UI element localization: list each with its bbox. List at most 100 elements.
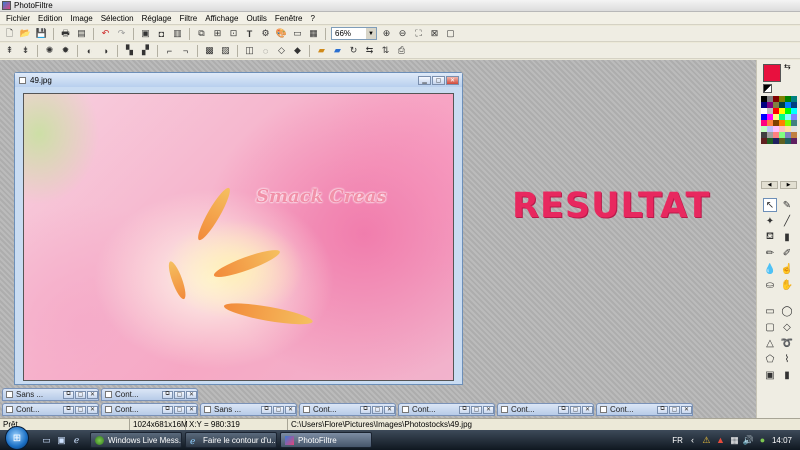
restore-icon[interactable]: ⧉ (162, 405, 173, 414)
polygon-selection-icon[interactable]: ⬠ (763, 352, 777, 366)
chevron-down-icon[interactable]: ▼ (366, 28, 376, 39)
messenger-tray-icon[interactable]: ● (758, 435, 767, 445)
new-file-icon[interactable]: 🗋 (3, 27, 16, 40)
image-window[interactable]: 49.jpg ▁ ▢ ✕ Smack Creas (14, 72, 463, 385)
color-balance-icon[interactable]: ▰ (315, 44, 328, 57)
magic-selection-icon[interactable]: ⌇ (780, 352, 794, 366)
antivirus-icon[interactable]: ▲ (716, 435, 725, 445)
maximize-icon[interactable]: ▢ (669, 405, 680, 414)
maximize-icon[interactable]: ▢ (432, 75, 445, 85)
scan-icon[interactable]: ▤ (75, 27, 88, 40)
maximize-icon[interactable]: ▢ (273, 405, 284, 414)
save-icon[interactable]: 💾 (35, 27, 48, 40)
restore-icon[interactable]: ⧉ (261, 405, 272, 414)
volume-icon[interactable]: 🔊 (743, 435, 754, 445)
printer-2-icon[interactable]: ⎙ (395, 44, 408, 57)
menu-affichage[interactable]: Affichage (201, 14, 242, 23)
swap-colors-icon[interactable]: ⇆ (784, 62, 791, 71)
maximize-icon[interactable]: ▢ (372, 405, 383, 414)
palette-next-icon[interactable]: ▶ (780, 181, 797, 189)
pencil-tool-icon[interactable]: ✐ (780, 246, 794, 260)
palette-prev-icon[interactable]: ◀ (761, 181, 778, 189)
restore-icon[interactable]: ⧉ (162, 390, 173, 399)
close-icon[interactable]: ✕ (681, 405, 692, 414)
screen-icon[interactable]: ▭ (291, 27, 304, 40)
switch-windows-icon[interactable]: ▣ (56, 435, 67, 446)
print-icon[interactable]: 🖶 (59, 27, 72, 40)
close-icon[interactable]: ✕ (186, 390, 197, 399)
flip-horizontal-icon[interactable]: ⇆ (363, 44, 376, 57)
menu-selection[interactable]: Sélection (97, 14, 138, 23)
maximize-icon[interactable]: ▢ (471, 405, 482, 414)
pointer-tool-icon[interactable]: ↖ (763, 198, 777, 212)
restore-icon[interactable]: ⧉ (657, 405, 668, 414)
magic-wand-tool-icon[interactable]: ✦ (763, 214, 777, 228)
close-icon[interactable]: ✕ (384, 405, 395, 414)
windows-start-icon[interactable]: ⊞ (5, 426, 29, 450)
fullscreen-icon[interactable]: ▢ (444, 27, 457, 40)
gamma-minus-icon[interactable]: ¬ (179, 44, 192, 57)
effects-icon[interactable]: ⚙ (259, 27, 272, 40)
soften-icon[interactable]: ◌ (259, 44, 272, 57)
task-button[interactable]: PhotoFiltre (280, 432, 372, 448)
minimized-window[interactable]: Cont... ⧉ ▢ ✕ (299, 403, 396, 416)
close-icon[interactable]: ✕ (483, 405, 494, 414)
brush-tool-icon[interactable]: ✏ (763, 246, 777, 260)
palette-icon[interactable]: 🎨 (275, 27, 288, 40)
minimized-window[interactable]: Cont... ⧉ ▢ ✕ (101, 388, 198, 401)
restore-icon[interactable]: ⧉ (558, 405, 569, 414)
lasso-selection-icon[interactable]: ➰ (780, 336, 794, 350)
triangle-selection-icon[interactable]: △ (763, 336, 777, 350)
saturation-plus-icon[interactable]: ▚ (123, 44, 136, 57)
brightness-plus-icon[interactable]: ✺ (43, 44, 56, 57)
menu-fenetre[interactable]: Fenêtre (271, 14, 307, 23)
canvas-size-icon[interactable]: ⊡ (227, 27, 240, 40)
tulip-photo[interactable]: Smack Creas (23, 93, 454, 381)
ellipse-selection-icon[interactable]: ◯ (780, 304, 794, 318)
minimized-window[interactable]: Sans ... ⧉ ▢ ✕ (2, 388, 99, 401)
minimize-icon[interactable]: ▁ (418, 75, 431, 85)
actual-size-icon[interactable]: ⛶ (412, 27, 425, 40)
zoom-select[interactable]: 66% ▼ (331, 27, 377, 40)
selection-mode-icon[interactable]: ▣ (763, 368, 777, 382)
restore-icon[interactable]: ⧉ (63, 390, 74, 399)
menu-fichier[interactable]: Fichier (2, 14, 34, 23)
gamma-plus-icon[interactable]: ⌐ (163, 44, 176, 57)
eyedropper-tool-icon[interactable]: ✎ (780, 198, 794, 212)
minimized-window[interactable]: Cont... ⧉ ▢ ✕ (497, 403, 594, 416)
menu-filtre[interactable]: Filtre (175, 14, 201, 23)
warning-icon[interactable]: ⚠ (702, 435, 711, 445)
selection-invert-icon[interactable]: ▮ (780, 368, 794, 382)
auto-contrast-icon[interactable]: ⇟ (19, 44, 32, 57)
cut-icon[interactable]: ▥ (171, 27, 184, 40)
zoom-in-icon[interactable]: ⊕ (380, 27, 393, 40)
rotate-icon[interactable]: ↻ (347, 44, 360, 57)
line-tool-icon[interactable]: ╱ (780, 214, 794, 228)
brightness-minus-icon[interactable]: ✹ (59, 44, 72, 57)
clipboard-icon[interactable]: ▦ (307, 27, 320, 40)
close-icon[interactable]: ✕ (87, 405, 98, 414)
menu-image[interactable]: Image (66, 14, 96, 23)
rectangle-selection-icon[interactable]: ▭ (763, 304, 777, 318)
rounded-rect-selection-icon[interactable]: ▢ (763, 320, 777, 334)
task-button[interactable]: Windows Live Mess... (90, 432, 182, 448)
menu-help[interactable]: ? (306, 14, 318, 23)
reset-colors-icon[interactable] (763, 84, 772, 93)
maximize-icon[interactable]: ▢ (570, 405, 581, 414)
fill-tool-icon[interactable]: ⛾ (763, 230, 777, 244)
grayscale-icon[interactable]: ▩ (203, 44, 216, 57)
sharpen-icon[interactable]: ◇ (275, 44, 288, 57)
duplicate-icon[interactable]: ⧉ (195, 27, 208, 40)
menu-edition[interactable]: Edition (34, 14, 66, 23)
restore-icon[interactable]: ⧉ (360, 405, 371, 414)
close-icon[interactable]: ✕ (186, 405, 197, 414)
minimized-window[interactable]: Cont... ⧉ ▢ ✕ (398, 403, 495, 416)
close-icon[interactable]: ✕ (87, 390, 98, 399)
minimized-window[interactable]: Cont... ⧉ ▢ ✕ (596, 403, 693, 416)
sharpen-more-icon[interactable]: ◆ (291, 44, 304, 57)
minimized-window[interactable]: Sans ... ⧉ ▢ ✕ (200, 403, 297, 416)
zoom-out-icon[interactable]: ⊖ (396, 27, 409, 40)
hand-tool-icon[interactable]: ✋ (780, 278, 794, 292)
saturation-minus-icon[interactable]: ▞ (139, 44, 152, 57)
maximize-icon[interactable]: ▢ (75, 405, 86, 414)
